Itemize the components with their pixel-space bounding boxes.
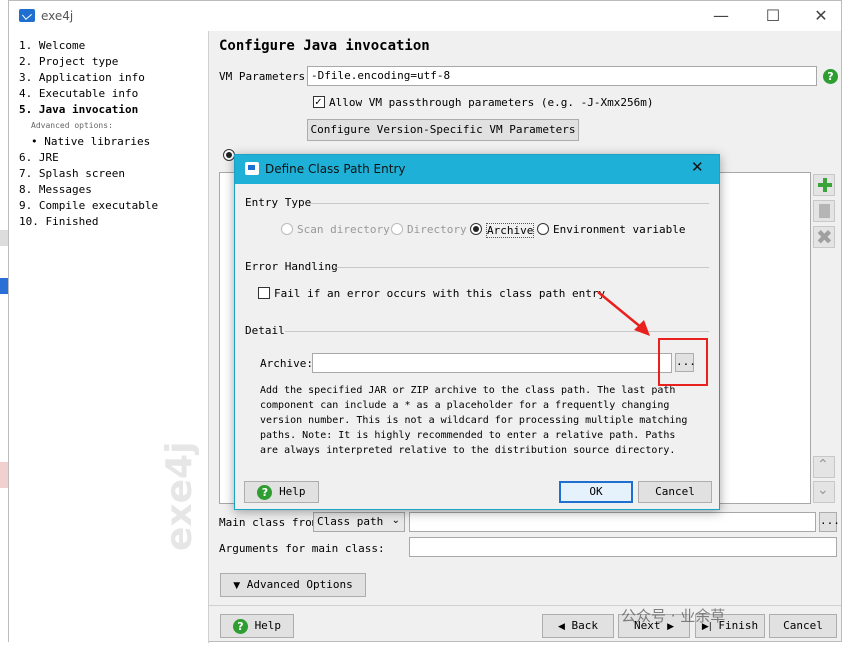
step-project-type[interactable]: 2. Project type [19,55,118,68]
annotation-highlight-box [658,338,708,386]
archive-label: Archive: [260,357,313,370]
chevron-down-icon: ⌄ [391,515,400,526]
scan-directory-radio[interactable] [281,223,293,235]
step-messages[interactable]: 8. Messages [19,183,92,196]
dialog-title-bar: Define Class Path Entry ✕ [235,155,719,184]
triangle-down-icon: ▼ [233,581,241,591]
detail-heading: Detail [245,324,285,337]
vm-passthrough-checkbox[interactable] [313,95,325,108]
minimize-icon[interactable]: — [701,4,741,28]
scan-directory-label: Scan directory [297,223,390,236]
vm-parameters-input[interactable]: -Dfile.encoding=utf-8 [307,66,817,86]
vm-passthrough-label: Allow VM passthrough parameters (e.g. -J… [329,96,654,109]
annotation-arrow-icon [597,291,650,336]
vm-parameters-label: VM Parameters: [219,70,312,83]
back-button[interactable]: ◀ Back [542,614,614,638]
dialog-app-icon [245,162,259,175]
main-class-from-label: Main class from [219,516,319,529]
window-title: exe4j [41,9,74,23]
step-executable-info[interactable]: 4. Executable info [19,87,138,100]
dialog-title: Define Class Path Entry [265,162,406,176]
environment-variable-label: Environment variable [553,223,686,236]
social-watermark: 公众号 · 业余草 [621,607,726,625]
arguments-label: Arguments for main class: [219,542,385,555]
version-specific-vm-button[interactable]: Configure Version-Specific VM Parameters [307,119,579,141]
close-icon[interactable]: ✕ [691,158,704,176]
move-up-button[interactable]: ⌃ [813,456,835,478]
add-entry-button[interactable] [813,174,835,196]
exe4j-watermark: exe4j [159,441,200,551]
maximize-icon[interactable]: ☐ [753,4,793,28]
cancel-button[interactable]: Cancel [769,614,837,638]
main-class-browse-button[interactable]: ... [819,512,840,532]
archive-radio[interactable] [470,223,482,235]
main-class-input[interactable] [409,512,816,532]
edit-icon [819,204,830,218]
fail-on-error-checkbox[interactable] [258,287,270,299]
help-icon[interactable]: ? [823,69,838,84]
title-bar: exe4j — ☐ ✕ [9,1,841,31]
archive-description: Add the specified JAR or ZIP archive to … [260,385,688,456]
step-finished[interactable]: 10. Finished [19,215,98,228]
move-down-button[interactable]: ⌄ [813,481,835,503]
help-icon: ? [257,484,273,500]
help-icon: ? [232,618,248,634]
dialog-help-button[interactable]: ? Help [244,481,319,503]
arguments-input[interactable] [409,537,837,557]
advanced-options-label: Advanced options: [31,121,113,130]
archive-path-input[interactable] [312,353,672,373]
directory-label: Directory [407,223,467,236]
step-compile-executable[interactable]: 9. Compile executable [19,199,158,212]
arrow-up-icon: ⌃ [817,457,829,473]
app-icon [19,9,35,22]
wizard-steps: 1. Welcome 2. Project type 3. Applicatio… [9,31,209,643]
step-welcome[interactable]: 1. Welcome [19,39,85,52]
triangle-left-icon: ◀ [557,622,565,632]
help-button[interactable]: ? Help [220,614,294,638]
directory-radio[interactable] [391,223,403,235]
archive-radio-label: Archive [486,223,535,238]
fail-on-error-label: Fail if an error occurs with this class … [274,287,606,300]
environment-variable-radio[interactable] [537,223,549,235]
edit-entry-button[interactable] [813,200,835,222]
main-class-source-value: Class path [317,515,384,528]
step-native-libraries[interactable]: • Native libraries [31,135,150,148]
remove-entry-button[interactable]: ✖ [813,225,835,249]
main-class-source-select[interactable]: Class path ⌄ [313,512,405,532]
arrow-down-icon: ⌄ [817,482,829,498]
step-splash-screen[interactable]: 7. Splash screen [19,167,125,180]
advanced-options-button[interactable]: ▼ Advanced Options [220,573,366,597]
close-icon[interactable]: ✕ [801,4,841,28]
remove-icon: ✖ [816,225,833,249]
step-jre[interactable]: 6. JRE [19,151,59,164]
error-handling-heading: Error Handling [245,260,338,273]
entry-type-heading: Entry Type [245,196,312,209]
step-java-invocation[interactable]: 5. Java invocation [19,103,138,116]
step-application-info[interactable]: 3. Application info [19,71,145,84]
dialog-ok-button[interactable]: OK [559,481,633,503]
dialog-cancel-button[interactable]: Cancel [638,481,712,503]
page-title: Configure Java invocation [219,38,430,54]
